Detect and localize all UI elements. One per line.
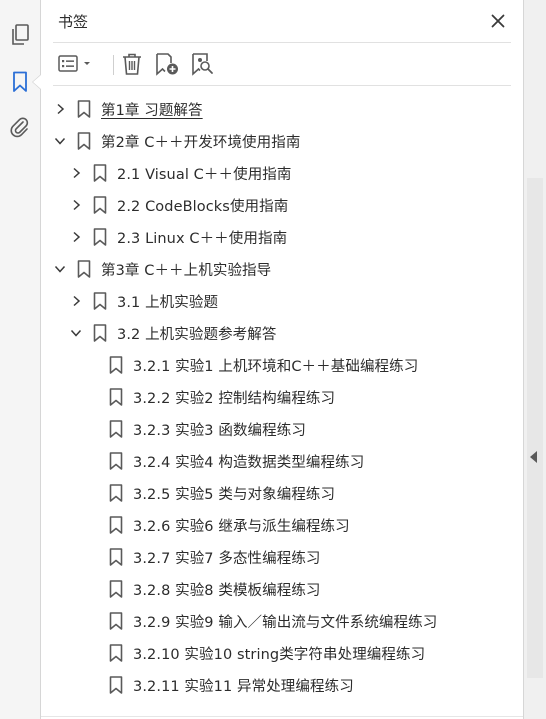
bookmark-item[interactable]: 第3章 C＋＋上机实验指导: [52, 253, 271, 285]
bookmark-search-icon[interactable]: [189, 50, 217, 78]
bookmark-label[interactable]: 2.2 CodeBlocks使用指南: [117, 195, 288, 216]
bookmarks-panel: 书签 第1章 习题解答 第2章 C＋＋开发环境使用指南 2.1 Visual C…: [41, 0, 523, 719]
bookmark-label[interactable]: 3.2.5 实验5 类与对象编程练习: [133, 483, 335, 504]
bookmark-icon: [108, 580, 124, 598]
bookmark-label[interactable]: 第2章 C＋＋开发环境使用指南: [101, 131, 300, 152]
bookmark-item[interactable]: 3.2.10 实验10 string类字符串处理编程练习: [84, 637, 425, 669]
bookmark-icon: [108, 356, 124, 374]
chevron-down-icon[interactable]: [52, 261, 68, 277]
pages-icon[interactable]: [6, 21, 34, 49]
bookmark-label[interactable]: 3.2.6 实验6 继承与派生编程练习: [133, 515, 350, 536]
bookmark-item[interactable]: 3.2.1 实验1 上机环境和C＋＋基础编程练习: [84, 349, 418, 381]
bookmark-item[interactable]: 3.2.8 实验8 类模板编程练习: [84, 573, 321, 605]
bookmark-icon: [108, 644, 124, 662]
bookmark-label[interactable]: 第1章 习题解答: [101, 99, 203, 120]
options-menu-icon[interactable]: [57, 50, 95, 78]
bookmark-item[interactable]: 3.2.3 实验3 函数编程练习: [84, 413, 306, 445]
bookmark-icon: [76, 100, 92, 118]
chevron-right-icon[interactable]: [52, 101, 68, 117]
bookmark-icon: [92, 196, 108, 214]
bookmark-item[interactable]: 3.2.9 实验9 输入／输出流与文件系统编程练习: [84, 605, 437, 637]
bookmark-item[interactable]: 3.2.7 实验7 多态性编程练习: [84, 541, 321, 573]
bookmark-item[interactable]: 3.2.6 实验6 继承与派生编程练习: [84, 509, 350, 541]
chevron-right-icon[interactable]: [68, 293, 84, 309]
new-bookmark-icon[interactable]: [153, 50, 181, 78]
bookmark-label[interactable]: 3.2.7 实验7 多态性编程练习: [133, 547, 321, 568]
bookmark-label[interactable]: 3.1 上机实验题: [117, 291, 218, 312]
bookmark-icon: [108, 452, 124, 470]
bookmark-label[interactable]: 3.2.4 实验4 构造数据类型编程练习: [133, 451, 364, 472]
scrollbar-track[interactable]: [527, 178, 543, 678]
panel-header: 书签: [41, 0, 523, 42]
delete-bookmark-icon[interactable]: [119, 50, 145, 78]
collapse-arrow-icon[interactable]: [530, 451, 537, 463]
bookmark-icon: [108, 516, 124, 534]
bookmark-label[interactable]: 2.3 Linux C＋＋使用指南: [117, 227, 287, 248]
bookmark-icon: [76, 132, 92, 150]
bookmark-icon: [92, 324, 108, 342]
bookmark-icon: [76, 260, 92, 278]
bookmark-label[interactable]: 3.2.8 实验8 类模板编程练习: [133, 579, 321, 600]
bookmark-icon: [92, 292, 108, 310]
navigation-rail: [0, 0, 41, 719]
bookmark-icon: [108, 484, 124, 502]
panel-title: 书签: [58, 13, 89, 31]
close-icon[interactable]: [487, 10, 509, 32]
bookmark-label[interactable]: 3.2.3 实验3 函数编程练习: [133, 419, 306, 440]
toolbar-separator: [113, 55, 114, 75]
chevron-right-icon[interactable]: [68, 165, 84, 181]
bookmark-label[interactable]: 第3章 C＋＋上机实验指导: [101, 259, 271, 280]
chevron-right-icon[interactable]: [68, 229, 84, 245]
bookmark-item[interactable]: 3.2 上机实验题参考解答: [68, 317, 276, 349]
bookmark-icon: [108, 388, 124, 406]
bookmark-label[interactable]: 3.2.10 实验10 string类字符串处理编程练习: [133, 643, 425, 664]
bookmark-label[interactable]: 3.2 上机实验题参考解答: [117, 323, 276, 344]
bookmark-item[interactable]: 2.1 Visual C＋＋使用指南: [68, 157, 292, 189]
active-panel-pointer: [32, 74, 41, 90]
chevron-down-icon[interactable]: [52, 133, 68, 149]
bookmark-item[interactable]: 3.1 上机实验题: [68, 285, 218, 317]
bookmark-label[interactable]: 3.2.11 实验11 异常处理编程练习: [133, 675, 354, 696]
bookmark-icon: [108, 420, 124, 438]
toolbar-divider: [53, 85, 511, 86]
bookmark-label[interactable]: 3.2.1 实验1 上机环境和C＋＋基础编程练习: [133, 355, 418, 376]
bookmark-item[interactable]: 2.3 Linux C＋＋使用指南: [68, 221, 287, 253]
bookmark-label[interactable]: 2.1 Visual C＋＋使用指南: [117, 163, 292, 184]
bookmark-item[interactable]: 3.2.2 实验2 控制结构编程练习: [84, 381, 335, 413]
bookmark-icon: [108, 612, 124, 630]
bookmark-item[interactable]: 3.2.11 实验11 异常处理编程练习: [84, 669, 354, 701]
header-divider: [53, 42, 511, 43]
bookmark-item[interactable]: 第1章 习题解答: [52, 93, 203, 125]
bookmark-icon: [92, 228, 108, 246]
bookmark-item[interactable]: 第2章 C＋＋开发环境使用指南: [52, 125, 300, 157]
bookmark-item[interactable]: 3.2.4 实验4 构造数据类型编程练习: [84, 445, 364, 477]
bookmark-icon: [108, 548, 124, 566]
right-collapse-strip: [523, 0, 546, 719]
panel-bottom-border: [41, 716, 523, 717]
bookmark-icon: [108, 676, 124, 694]
bookmark-label[interactable]: 3.2.2 实验2 控制结构编程练习: [133, 387, 335, 408]
bookmark-label[interactable]: 3.2.9 实验9 输入／输出流与文件系统编程练习: [133, 611, 437, 632]
bookmark-icon: [92, 164, 108, 182]
bookmark-item[interactable]: 3.2.5 实验5 类与对象编程练习: [84, 477, 335, 509]
attachment-icon[interactable]: [6, 114, 34, 142]
chevron-down-icon[interactable]: [68, 325, 84, 341]
bookmark-item[interactable]: 2.2 CodeBlocks使用指南: [68, 189, 288, 221]
chevron-right-icon[interactable]: [68, 197, 84, 213]
bookmarks-toolbar: [53, 46, 511, 82]
bookmark-icon[interactable]: [6, 68, 34, 96]
